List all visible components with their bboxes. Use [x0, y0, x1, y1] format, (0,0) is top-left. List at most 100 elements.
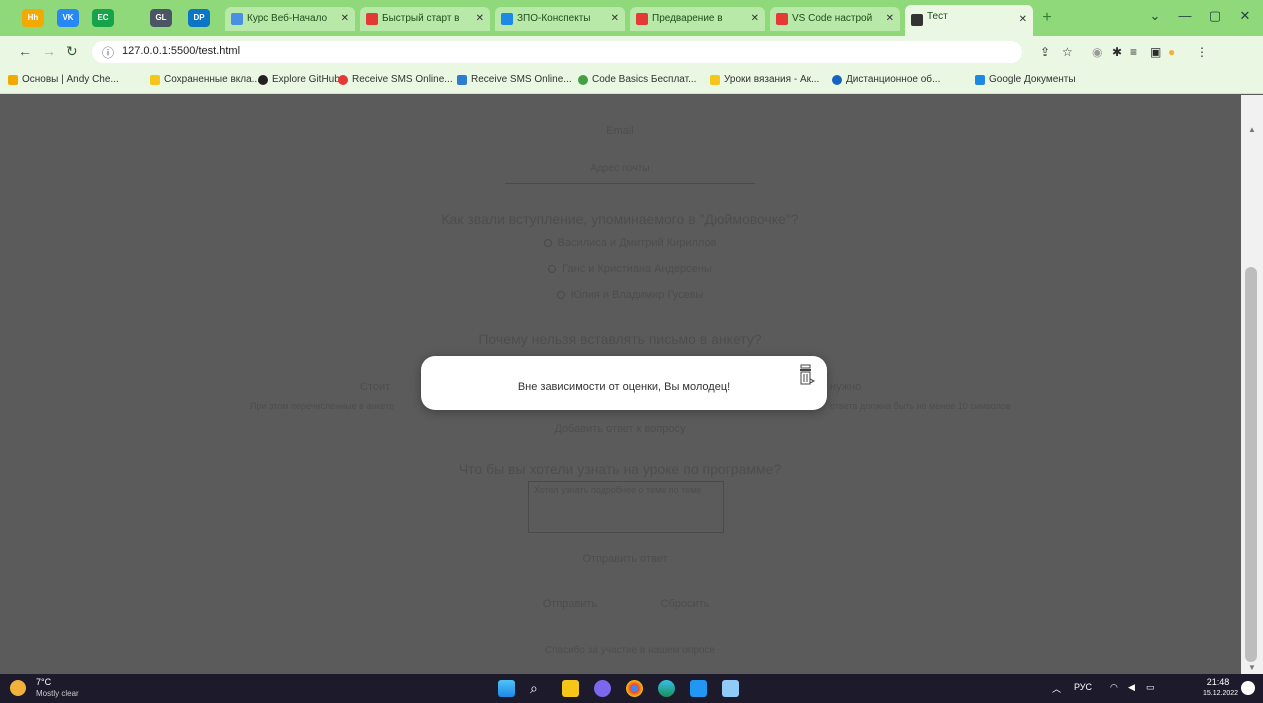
- tab-title: Быстрый старт в: [382, 13, 460, 24]
- clock-date: 15.12.2022: [1203, 690, 1239, 697]
- result-modal: Вне зависимости от оценки, Вы молодец!: [421, 356, 827, 410]
- photos-icon[interactable]: [722, 680, 739, 697]
- reading-list-icon[interactable]: ≡: [1130, 45, 1137, 59]
- radio-icon[interactable]: [543, 239, 552, 247]
- weather-desc[interactable]: Mostly clear: [36, 689, 79, 698]
- share-icon[interactable]: ⇪: [1040, 45, 1050, 59]
- bookmark-item[interactable]: Code Basics Бесплат...: [578, 74, 696, 85]
- close-icon[interactable]: ✕: [1019, 8, 1027, 32]
- sidepanel-icon[interactable]: ▣: [1150, 45, 1161, 59]
- windows-start-icon[interactable]: [498, 680, 515, 697]
- docs-icon: [975, 75, 985, 85]
- github-icon: [258, 75, 268, 85]
- page-scrollbar[interactable]: ▲ ▼: [1241, 95, 1263, 674]
- pinned-tab-blue[interactable]: DP: [188, 9, 210, 27]
- page-footer: Спасибо за участие в нашем опросе: [544, 645, 716, 656]
- q2-fragment-right: нужно: [830, 381, 862, 393]
- option-label: Ганс и Кристиана Андерсены: [562, 263, 712, 275]
- bookmark-label: Сохраненные вкла...: [164, 74, 260, 85]
- tab-vscode[interactable]: VS Code настрой ✕: [770, 7, 900, 31]
- close-icon[interactable]: ✕: [751, 7, 759, 31]
- answer-textarea[interactable]: Хотел узнать подробнее о теме по теме: [528, 481, 724, 533]
- bookmark-item[interactable]: Дистанционное об...: [832, 74, 940, 85]
- question-3: Что бы вы хотели узнать на уроке по прог…: [458, 461, 782, 477]
- bookmark-icon: [8, 75, 18, 85]
- reset-button[interactable]: Сбросить: [645, 598, 725, 610]
- tab-test[interactable]: Тест ✕: [905, 5, 1033, 36]
- q1-option[interactable]: Юлия и Владимир Гусевы: [500, 289, 760, 301]
- clock[interactable]: 21:48 15.12.2022: [1203, 676, 1239, 700]
- browser-toolbar: ← → ↻ ⓘ 127.0.0.1:5500/test.html ⇪ ☆ ◉ ✱…: [0, 36, 1263, 68]
- bookmark-item[interactable]: Receive SMS Online...: [338, 74, 453, 85]
- q1-option[interactable]: Ганс и Кристиана Андерсены: [500, 263, 760, 275]
- url-text[interactable]: 127.0.0.1:5500/test.html: [122, 45, 240, 57]
- language-indicator[interactable]: РУС: [1074, 682, 1092, 692]
- vscode-icon[interactable]: [690, 680, 707, 697]
- question-1: Как звали вступление, упоминаемого в "Дю…: [441, 211, 799, 227]
- tab-bystryi-start[interactable]: Быстрый старт в ✕: [360, 7, 490, 31]
- pinned-tab-vk[interactable]: VK: [57, 9, 79, 27]
- close-window-button[interactable]: ✕: [1230, 8, 1260, 24]
- bookmark-item[interactable]: Receive SMS Online...: [457, 74, 572, 85]
- bookmark-label: Explore GitHub: [272, 74, 340, 85]
- reload-button[interactable]: ↻: [66, 43, 78, 60]
- edge-icon[interactable]: [658, 680, 675, 697]
- bookmark-label: Дистанционное об...: [846, 74, 941, 85]
- bookmark-star-icon[interactable]: ☆: [1062, 45, 1073, 59]
- bookmark-label: Уроки вязания - Ак...: [724, 74, 820, 85]
- puzzle-icon[interactable]: ✱: [1112, 45, 1122, 59]
- email-placeholder[interactable]: Адрес почты: [540, 163, 700, 174]
- submit-answer-link[interactable]: Отправить ответ: [540, 553, 710, 565]
- back-button[interactable]: ←: [18, 43, 32, 59]
- close-icon[interactable]: ✕: [886, 7, 894, 31]
- scroll-up-icon[interactable]: ▲: [1248, 125, 1256, 134]
- menu-icon[interactable]: ⋮: [1196, 45, 1208, 59]
- scroll-down-icon[interactable]: ▼: [1248, 663, 1256, 672]
- email-label: Email: [606, 125, 634, 137]
- wifi-icon[interactable]: ◠: [1110, 682, 1118, 693]
- pinned-tab-hh[interactable]: Hh: [22, 9, 44, 27]
- bookmark-item[interactable]: Уроки вязания - Ак...: [710, 74, 819, 85]
- tab-kurs-veb[interactable]: Курс Веб-Начало ✕: [225, 7, 355, 31]
- scrollbar-thumb[interactable]: [1245, 267, 1257, 662]
- forward-button[interactable]: →: [42, 43, 56, 59]
- search-icon[interactable]: ⌕: [530, 680, 547, 697]
- chat-icon[interactable]: [594, 680, 611, 697]
- minimize-button[interactable]: —: [1170, 8, 1200, 23]
- volume-icon[interactable]: ◀: [1128, 682, 1135, 693]
- bookmark-item[interactable]: Основы | Andy Che...: [8, 74, 119, 85]
- tab-search-icon[interactable]: ⌄: [1140, 8, 1170, 24]
- bookmarks-bar: Основы | Andy Che... Сохраненные вкла...…: [0, 68, 1263, 94]
- radio-icon[interactable]: [548, 265, 557, 273]
- close-icon[interactable]: ✕: [476, 7, 484, 31]
- weather-moon-icon[interactable]: [10, 680, 26, 696]
- notification-icon[interactable]: [1241, 681, 1255, 695]
- tab-zpo[interactable]: ЗПО-Конспекты ✕: [495, 7, 625, 31]
- battery-icon[interactable]: ▭: [1146, 682, 1155, 693]
- address-bar[interactable]: ⓘ 127.0.0.1:5500/test.html: [92, 41, 1022, 63]
- close-icon[interactable]: [797, 364, 817, 388]
- file-explorer-icon[interactable]: [562, 680, 579, 697]
- tab-predvarenie[interactable]: Предварение в ✕: [630, 7, 765, 31]
- radio-icon[interactable]: [556, 291, 565, 299]
- q2-add-button[interactable]: Добавить ответ к вопросу: [520, 423, 720, 435]
- tray-chevron-icon[interactable]: ︿: [1052, 682, 1061, 695]
- profile-avatar-icon[interactable]: ●: [1168, 45, 1175, 59]
- send-button[interactable]: Отправить: [530, 598, 610, 610]
- chrome-icon[interactable]: [626, 680, 643, 697]
- pinned-tab-green[interactable]: EC: [92, 9, 114, 27]
- new-tab-button[interactable]: +: [1038, 9, 1056, 27]
- close-icon[interactable]: ✕: [341, 7, 349, 31]
- bookmark-label: Receive SMS Online...: [352, 74, 453, 85]
- close-icon[interactable]: ✕: [611, 7, 619, 31]
- bookmark-item[interactable]: Сохраненные вкла...: [150, 74, 260, 85]
- q1-option[interactable]: Василиса и Дмитрий Кириллов: [500, 237, 760, 249]
- bookmark-item[interactable]: Google Документы: [975, 74, 1076, 85]
- bookmark-item[interactable]: Explore GitHub: [258, 74, 340, 85]
- docs-icon: [501, 13, 513, 25]
- pinned-tab-gray[interactable]: GL: [150, 9, 172, 27]
- info-icon[interactable]: ⓘ: [102, 44, 114, 61]
- extension-icon[interactable]: ◉: [1092, 45, 1102, 59]
- maximize-button[interactable]: ▢: [1200, 8, 1230, 24]
- weather-temp[interactable]: 7°C: [36, 677, 51, 687]
